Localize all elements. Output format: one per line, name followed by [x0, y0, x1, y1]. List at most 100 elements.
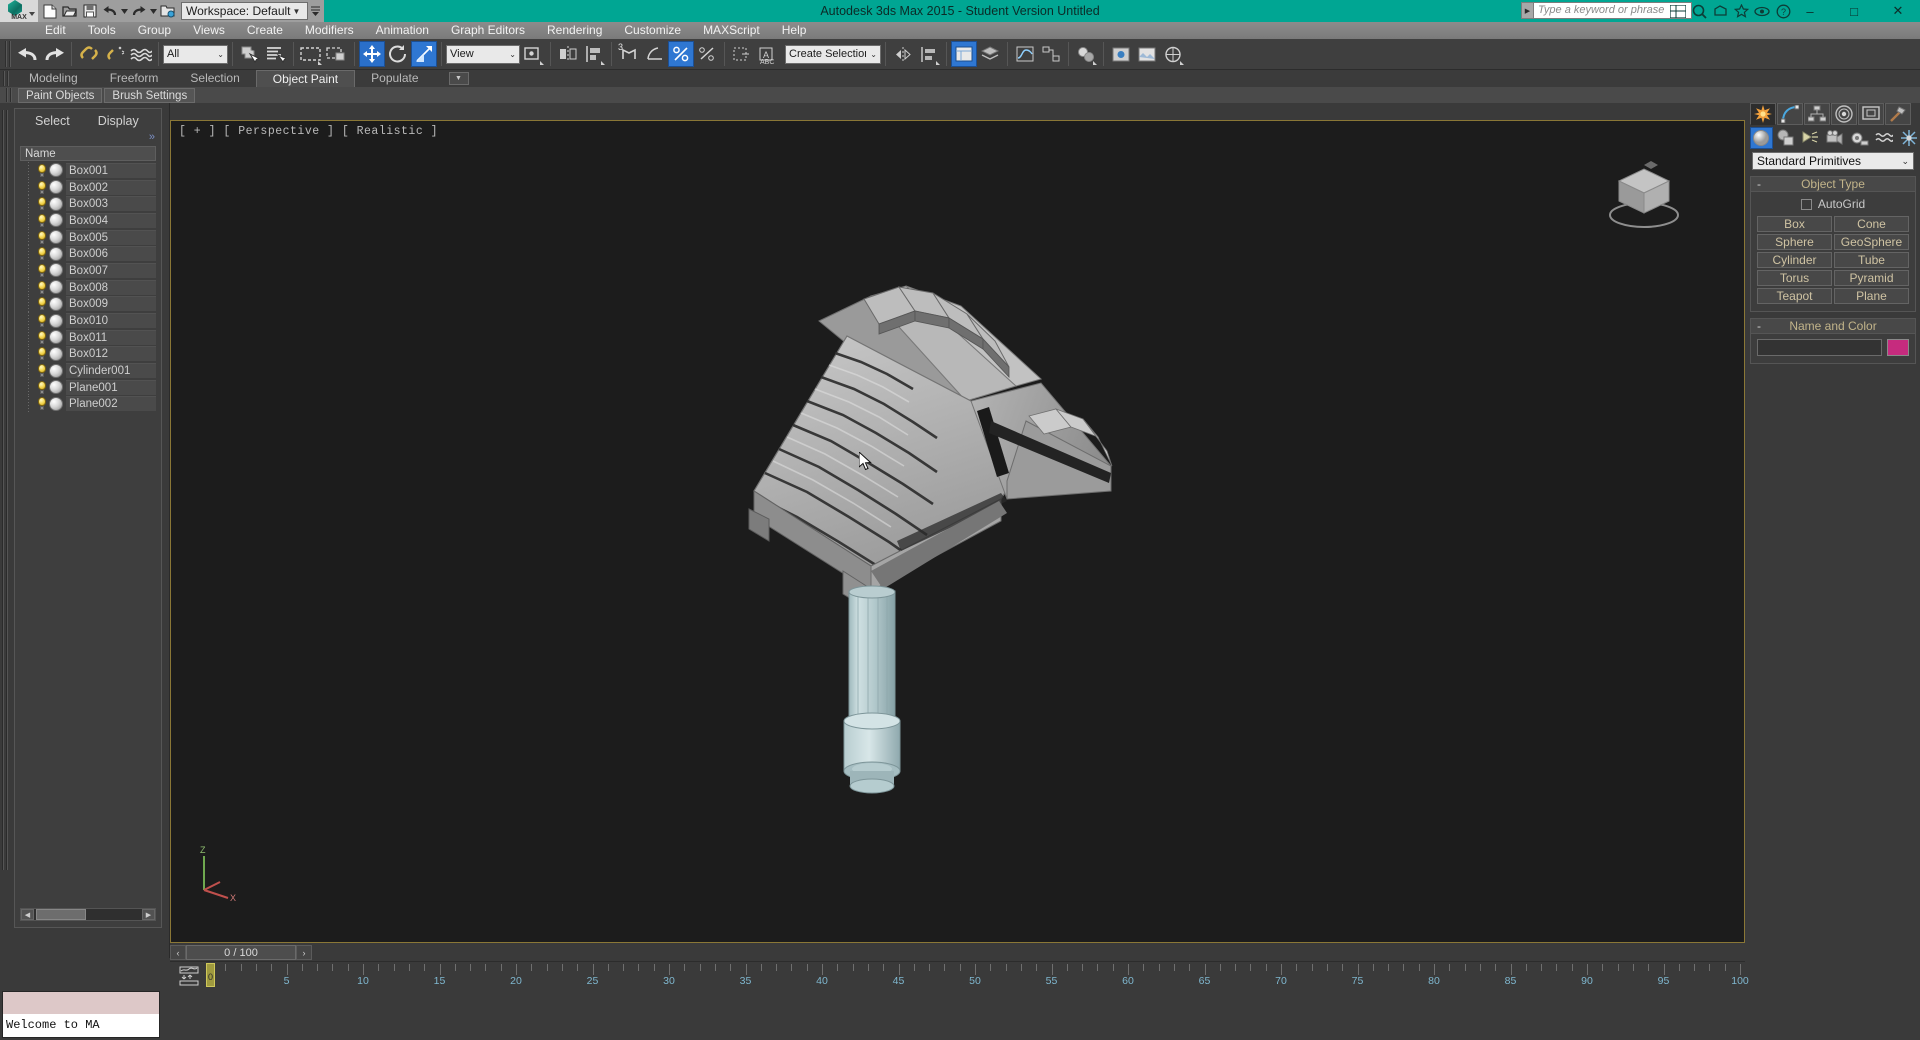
category-dropdown[interactable]: Standard Primitives ⌄	[1752, 152, 1914, 170]
frame-ruler[interactable]: 0 5 10 15 20 25 30 35 40 45 50 55 60 65 70 75 80 85 90 95 10…	[206, 962, 1749, 990]
toggle-layer-explorer-icon[interactable]	[977, 41, 1003, 67]
helpers-button[interactable]	[1848, 127, 1871, 149]
menu-item-customize[interactable]: Customize	[613, 22, 692, 39]
angle-snap-icon[interactable]	[642, 41, 668, 67]
menu-item-rendering[interactable]: Rendering	[536, 22, 613, 39]
render-setup-icon[interactable]	[1108, 41, 1134, 67]
select-and-link-icon[interactable]	[76, 41, 102, 67]
freeze-toggle-icon[interactable]	[49, 213, 63, 228]
light-bulb-icon[interactable]	[36, 347, 48, 361]
undo-icon[interactable]	[15, 41, 41, 67]
scroll-left-icon[interactable]: ◀	[21, 909, 34, 920]
lights-button[interactable]	[1799, 127, 1822, 149]
column-header-name[interactable]: Name	[20, 146, 156, 161]
create-box-button[interactable]: Box	[1757, 216, 1832, 232]
unlink-selection-icon[interactable]	[102, 41, 128, 67]
light-bulb-icon[interactable]	[36, 397, 48, 411]
maxscript-mini-listener[interactable]: Welcome to MA	[2, 991, 160, 1038]
subtab-brush-settings[interactable]: Brush Settings	[104, 87, 196, 103]
freeze-toggle-icon[interactable]	[49, 230, 63, 245]
named-selection-sets-icon[interactable]: A ABC	[755, 41, 781, 67]
light-bulb-icon[interactable]	[36, 364, 48, 378]
close-button[interactable]: ✕	[1876, 0, 1920, 22]
spinner-snap-icon[interactable]	[694, 41, 720, 67]
time-slider-handle[interactable]: 0	[206, 963, 215, 987]
hscroll-thumb[interactable]	[36, 909, 86, 920]
edit-named-selection-icon[interactable]	[729, 41, 755, 67]
curve-editor-icon[interactable]	[1012, 41, 1038, 67]
render-production-icon[interactable]	[1160, 41, 1186, 67]
modify-tab[interactable]	[1777, 103, 1803, 125]
reference-coordinate-system-dropdown[interactable]: View ⌄	[446, 44, 520, 64]
bind-to-space-warp-icon[interactable]	[128, 41, 154, 67]
ribbon-tab-freeform[interactable]: Freeform	[94, 70, 175, 87]
create-teapot-button[interactable]: Teapot	[1757, 288, 1832, 304]
use-pivot-point-center-icon[interactable]	[520, 41, 546, 67]
scene-list-item[interactable]: Box012	[20, 345, 156, 363]
scene-list-item[interactable]: Box008	[20, 278, 156, 296]
select-and-scale-icon[interactable]	[411, 41, 437, 67]
scene-list-item[interactable]: Box002	[20, 178, 156, 196]
select-region-icon[interactable]	[298, 41, 324, 67]
ribbon-tab-grip[interactable]	[3, 71, 10, 86]
listener-output-pane[interactable]	[3, 992, 159, 1014]
open-mini-curve-editor-icon[interactable]	[178, 966, 202, 986]
ribbon-tab-object-paint[interactable]: Object Paint	[255, 70, 356, 87]
snaps-toggle-icon[interactable]: 3	[616, 41, 642, 67]
scene-list-item[interactable]: Plane002	[20, 395, 156, 413]
schematic-view-icon[interactable]	[1038, 41, 1064, 67]
menu-item-views[interactable]: Views	[182, 22, 236, 39]
tab-select[interactable]: Select	[21, 113, 84, 129]
freeze-toggle-icon[interactable]	[49, 363, 63, 378]
rollout-collapse-icon[interactable]: -	[1751, 319, 1767, 333]
create-cone-button[interactable]: Cone	[1834, 216, 1909, 232]
scene-explorer-expand-icon[interactable]: »	[15, 129, 161, 146]
utilities-tab[interactable]	[1885, 103, 1911, 125]
hierarchy-tab[interactable]	[1804, 103, 1830, 125]
motion-tab[interactable]	[1831, 103, 1857, 125]
freeze-toggle-icon[interactable]	[49, 263, 63, 278]
light-bulb-icon[interactable]	[36, 230, 48, 244]
scene-list-item[interactable]: Box004	[20, 212, 156, 229]
menu-item-maxscript[interactable]: MAXScript	[692, 22, 771, 39]
track-bar[interactable]: 0 5 10 15 20 25 30 35 40 45 50 55 60 65 70 75 80 85 90 95 10…	[170, 961, 1749, 990]
freeze-toggle-icon[interactable]	[49, 163, 63, 178]
select-and-move-icon[interactable]	[359, 41, 385, 67]
select-by-name-icon[interactable]	[263, 41, 289, 67]
name-and-color-rollout-header[interactable]: - Name and Color	[1751, 319, 1915, 334]
scene-list-item[interactable]: Box011	[20, 328, 156, 346]
shapes-button[interactable]	[1775, 127, 1798, 149]
info-center-icon[interactable]	[1690, 2, 1708, 20]
menu-item-help[interactable]: Help	[771, 22, 818, 39]
view-cube[interactable]	[1589, 143, 1699, 233]
create-plane-button[interactable]: Plane	[1834, 288, 1909, 304]
prev-frame-button[interactable]: ‹	[170, 945, 186, 960]
scene-explorer-hscrollbar[interactable]: ◀ ▶	[20, 908, 156, 921]
scene-list-item[interactable]: Box009	[20, 295, 156, 313]
cameras-button[interactable]	[1824, 127, 1847, 149]
material-editor-icon[interactable]	[1073, 41, 1099, 67]
autodesk-360-icon[interactable]	[1753, 2, 1771, 20]
current-frame-display[interactable]: 0 / 100	[186, 945, 296, 960]
undo-dropdown-icon[interactable]	[120, 2, 128, 21]
rendered-frame-window-icon[interactable]	[1134, 41, 1160, 67]
autogrid-row[interactable]: AutoGrid	[1757, 197, 1909, 211]
systems-button[interactable]	[1897, 127, 1920, 149]
align-icon[interactable]	[581, 41, 607, 67]
menu-item-create[interactable]: Create	[236, 22, 294, 39]
menu-item-edit[interactable]: Edit	[34, 22, 77, 39]
mirror-icon[interactable]	[555, 41, 581, 67]
ribbon-tab-populate[interactable]: Populate	[355, 70, 434, 87]
scene-explorer-grip[interactable]	[2, 110, 12, 870]
geometry-button[interactable]	[1750, 127, 1773, 149]
scene-list-item[interactable]: Box006	[20, 245, 156, 262]
minimize-button[interactable]: –	[1788, 0, 1832, 22]
object-type-rollout-header[interactable]: - Object Type	[1751, 177, 1915, 192]
next-frame-button[interactable]: ›	[296, 945, 312, 960]
favorites-star-icon[interactable]	[1732, 2, 1750, 20]
object-name-input[interactable]	[1757, 339, 1882, 356]
light-bulb-icon[interactable]	[36, 280, 48, 294]
workspace-layout-icon[interactable]	[1669, 2, 1687, 20]
toggle-scene-explorer-icon[interactable]	[951, 41, 977, 67]
light-bulb-icon[interactable]	[36, 180, 48, 194]
